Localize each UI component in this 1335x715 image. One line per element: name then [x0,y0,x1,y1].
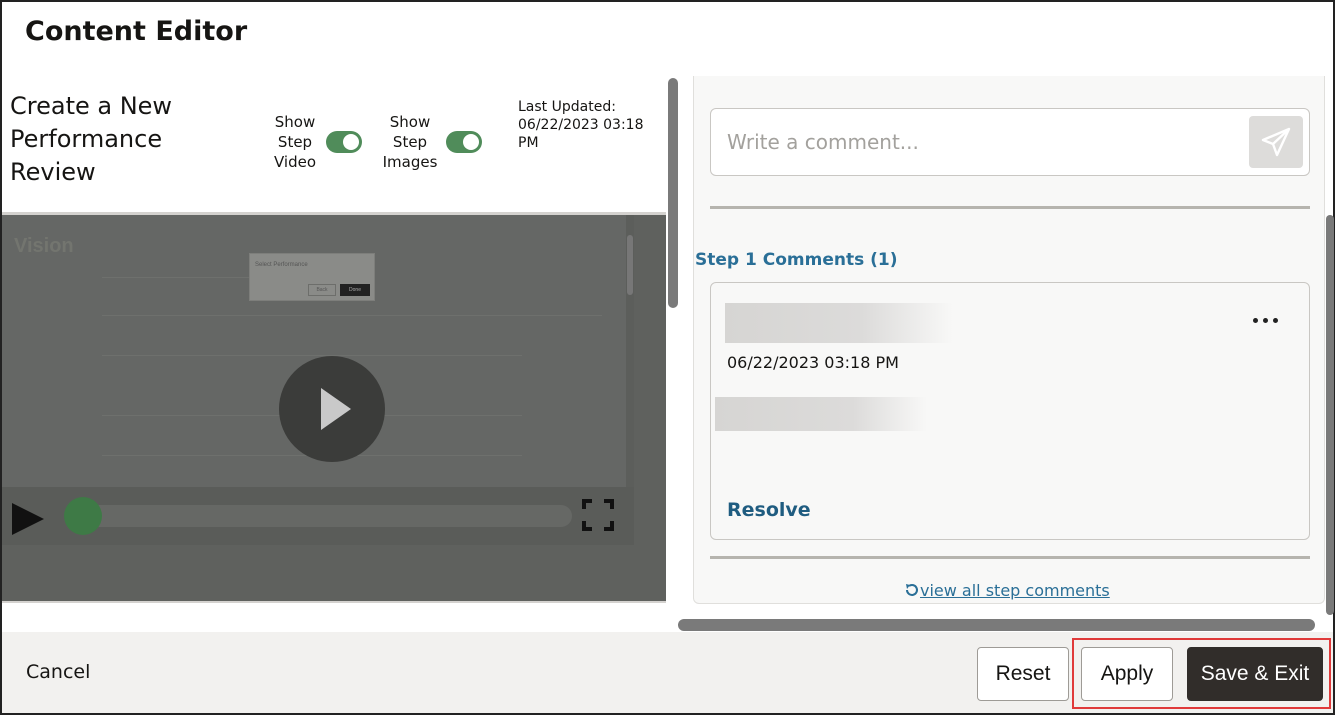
show-step-video-toggle-group: Show Step Video [272,112,362,172]
comment-body-redacted [715,397,927,431]
comment-card: 06/22/2023 03:18 PM Resolve [710,282,1310,540]
show-step-images-label: Show Step Images [382,113,438,171]
video-inner-scroll-thumb [627,235,633,295]
refresh-icon [906,584,918,596]
view-all-step-comments-label: view all step comments [920,581,1110,600]
play-icon[interactable] [12,503,44,535]
show-step-video-label: Show Step Video [273,113,317,171]
video-content-line [102,277,252,278]
cancel-button[interactable]: Cancel [26,661,90,683]
divider [2,601,666,603]
comments-panel: Step 1 Comments (1) 06/22/2023 03:18 PM … [693,76,1325,604]
comment-input-box [710,108,1310,176]
reset-button[interactable]: Reset [977,647,1069,701]
comment-input[interactable] [727,125,1227,159]
dialog-title: Content Editor [25,16,248,47]
video-embedded-dialog-title: Select Performance [255,262,308,268]
video-embedded-done: Done [340,284,370,296]
step-video-player[interactable]: Vision Select Performance Back Done [2,215,666,601]
show-step-video-toggle[interactable] [326,131,362,153]
video-progress-track[interactable] [72,505,572,527]
video-progress-handle[interactable] [64,497,102,535]
show-step-images-toggle-group: Show Step Images [382,112,482,172]
save-and-exit-button[interactable]: Save & Exit [1187,647,1323,701]
divider [710,206,1310,209]
view-all-step-comments-link[interactable]: view all step comments [904,581,1110,600]
comment-date: 06/22/2023 03:18 PM [727,353,899,372]
step-comments-heading: Step 1 Comments (1) [695,250,898,270]
video-content-line [102,355,522,356]
send-icon [1261,127,1291,157]
video-app-logo: Vision [14,235,74,257]
last-updated-text: Last Updated: 06/22/2023 03:18 PM [518,99,644,151]
fullscreen-icon[interactable] [582,499,614,531]
lesson-title: Create a New Performance Review [10,92,173,186]
left-panel-scrollbar[interactable] [668,78,678,308]
horizontal-scrollbar[interactable] [678,619,1315,631]
lesson-panel: Create a New Performance Review Show Ste… [2,76,666,632]
video-embedded-dialog: Select Performance Back Done [249,253,375,301]
more-options-icon[interactable] [1251,313,1285,327]
video-controls [2,487,634,545]
send-comment-button[interactable] [1249,116,1303,168]
video-content-line [102,315,602,316]
video-embedded-back: Back [308,284,336,296]
show-step-images-toggle[interactable] [446,131,482,153]
right-panel-scrollbar[interactable] [1326,215,1334,615]
dialog-footer: Cancel Reset Apply Save & Exit [2,632,1333,713]
apply-button[interactable]: Apply [1081,647,1173,701]
resolve-link[interactable]: Resolve [727,499,811,521]
divider [710,556,1310,559]
comment-author-redacted [725,303,953,343]
big-play-icon[interactable] [279,356,385,462]
